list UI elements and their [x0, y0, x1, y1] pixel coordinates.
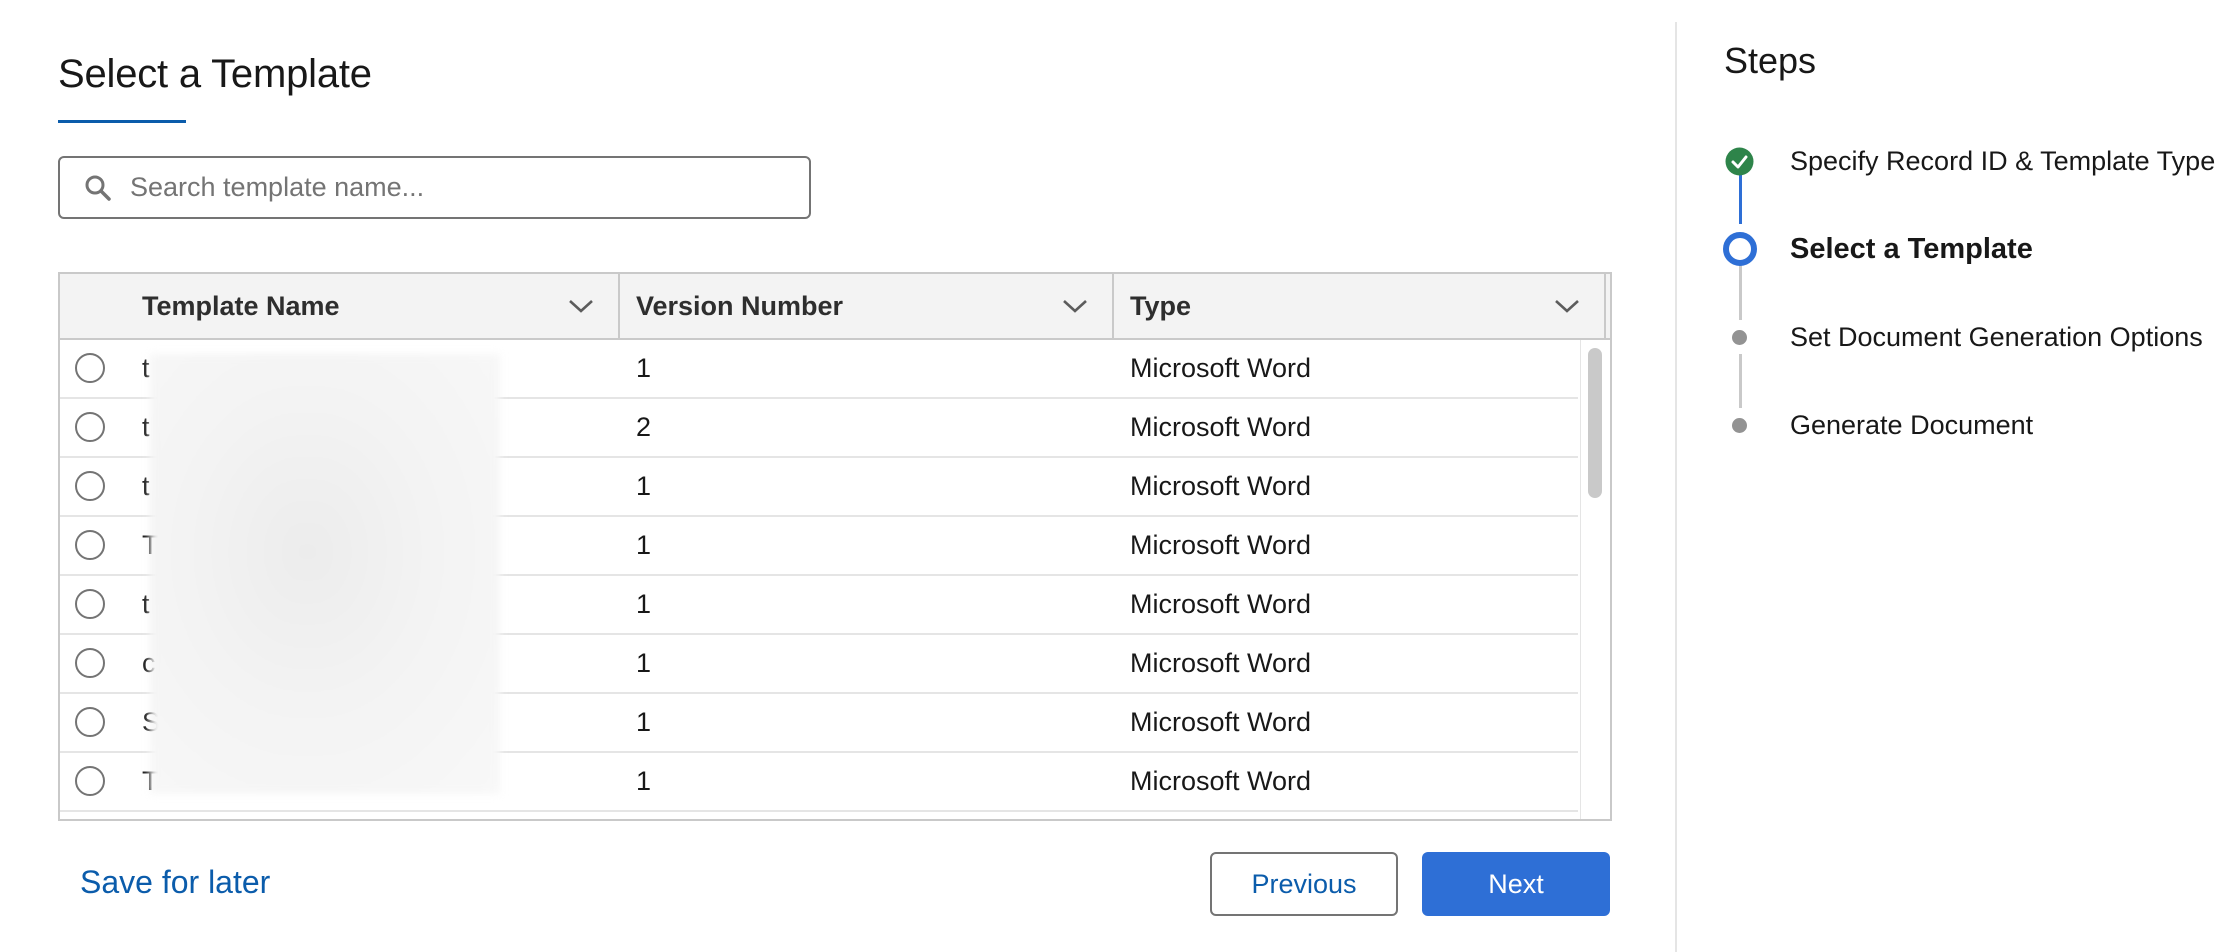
- scrollbar-thumb[interactable]: [1588, 348, 1602, 498]
- version-cell: 1: [636, 471, 652, 501]
- type-cell: Microsoft Word: [1130, 530, 1312, 560]
- current-step-icon: [1723, 232, 1757, 266]
- table-header: Template Name Version Number Type: [60, 274, 1610, 340]
- chevron-down-icon[interactable]: [1554, 298, 1580, 314]
- type-cell: Microsoft Word: [1130, 471, 1312, 501]
- column-header-type[interactable]: Type: [1114, 274, 1606, 338]
- column-header-label: Type: [1130, 290, 1192, 321]
- pending-step-icon: [1732, 330, 1747, 345]
- type-cell: Microsoft Word: [1130, 648, 1312, 678]
- next-button[interactable]: Next: [1422, 852, 1610, 916]
- page-title: Select a Template: [58, 52, 372, 96]
- row-radio[interactable]: [75, 707, 105, 737]
- type-cell: Microsoft Word: [1130, 353, 1312, 383]
- version-cell: 1: [636, 648, 652, 678]
- version-cell: 1: [636, 707, 652, 737]
- row-radio[interactable]: [75, 353, 105, 383]
- table-scrollbar[interactable]: [1580, 340, 1610, 819]
- step-label: Set Document Generation Options: [1790, 322, 2203, 352]
- step-label: Select a Template: [1790, 233, 2033, 265]
- chevron-down-icon[interactable]: [1062, 298, 1088, 314]
- step-label: Generate Document: [1790, 410, 2034, 440]
- search-input[interactable]: [128, 171, 772, 204]
- row-radio[interactable]: [75, 412, 105, 442]
- version-cell: 1: [636, 589, 652, 619]
- type-cell: Microsoft Word: [1130, 707, 1312, 737]
- step-connector: [1739, 354, 1742, 408]
- panel-divider: [1675, 22, 1677, 952]
- row-radio[interactable]: [75, 530, 105, 560]
- check-circle-icon: [1725, 147, 1754, 176]
- template-selection-panel: Select a Template Template Name Version …: [0, 0, 1675, 952]
- previous-button[interactable]: Previous: [1210, 852, 1398, 916]
- templates-table: Template Name Version Number Type t 1 Mi…: [58, 272, 1612, 821]
- version-cell: 1: [636, 353, 652, 383]
- template-name-cell: t: [142, 471, 150, 501]
- column-header-template-name[interactable]: Template Name: [60, 274, 620, 338]
- redacted-area: [150, 354, 500, 794]
- template-name-cell: t: [142, 412, 150, 442]
- column-header-version-number[interactable]: Version Number: [620, 274, 1114, 338]
- row-radio[interactable]: [75, 471, 105, 501]
- table-row[interactable]: d 1 Microsoft Word: [60, 812, 1578, 819]
- version-cell: 1: [636, 530, 652, 560]
- template-name-cell: t: [142, 353, 150, 383]
- steps-title: Steps: [1724, 40, 1817, 81]
- row-radio[interactable]: [75, 648, 105, 678]
- type-cell: Microsoft Word: [1130, 589, 1312, 619]
- pending-step-icon: [1732, 418, 1747, 433]
- version-cell: 1: [636, 812, 651, 819]
- type-cell: Microsoft Word: [1130, 812, 1311, 819]
- template-name-cell: t: [142, 589, 150, 619]
- column-header-label: Version Number: [636, 290, 844, 321]
- step-label: Specify Record ID & Template Type: [1790, 146, 2216, 176]
- step-connector: [1739, 264, 1742, 320]
- row-radio[interactable]: [75, 589, 105, 619]
- column-header-label: Template Name: [142, 290, 340, 321]
- type-cell: Microsoft Word: [1130, 766, 1312, 796]
- save-for-later-link[interactable]: Save for later: [80, 864, 270, 901]
- chevron-down-icon[interactable]: [568, 298, 594, 314]
- type-cell: Microsoft Word: [1130, 412, 1312, 442]
- search-icon: [85, 175, 111, 201]
- version-cell: 2: [636, 412, 652, 442]
- template-name-cell: d: [142, 812, 157, 819]
- title-underline: [58, 120, 186, 123]
- search-box[interactable]: [58, 156, 811, 219]
- row-radio[interactable]: [75, 766, 105, 796]
- step-connector: [1739, 174, 1742, 224]
- version-cell: 1: [636, 766, 652, 796]
